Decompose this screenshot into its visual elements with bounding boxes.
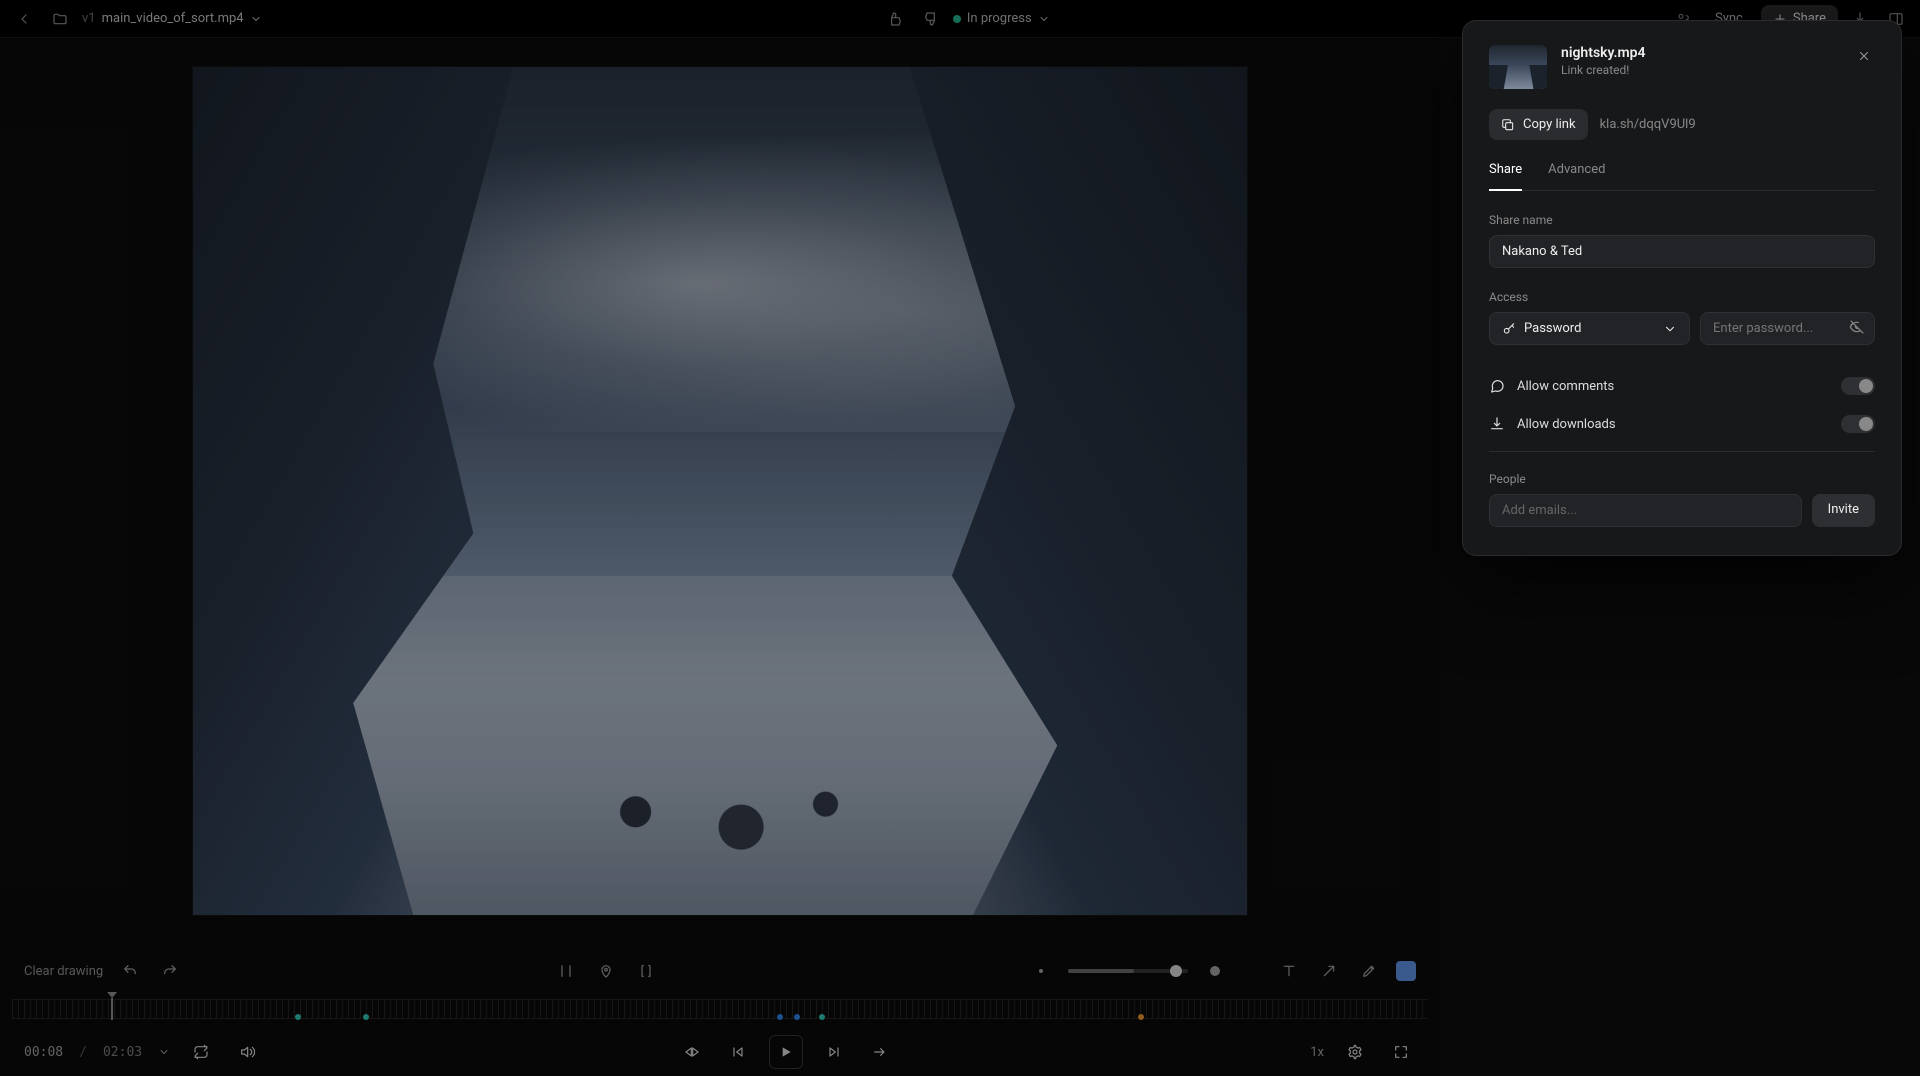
video-stage [0,38,1440,952]
access-mode-select[interactable]: Password [1489,312,1690,345]
share-thumbnail [1489,45,1547,89]
share-name-input[interactable] [1489,235,1875,268]
chevron-down-icon [1038,13,1050,25]
video-frame[interactable] [192,66,1248,916]
download-icon [1489,416,1505,432]
pen-tool[interactable] [1356,958,1382,984]
access-mode-value: Password [1524,321,1581,336]
text-tool[interactable] [1276,958,1302,984]
copy-icon [1501,118,1515,132]
allow-comments-toggle[interactable] [1841,377,1875,395]
timeline-marker[interactable] [777,1014,783,1020]
redo-button[interactable] [157,958,183,984]
transport-bar: 00:08 / 02:03 1x [0,1028,1440,1076]
brush-large-icon [1202,958,1228,984]
clear-drawing-button[interactable]: Clear drawing [24,964,103,979]
back-button[interactable] [10,5,38,33]
invite-button[interactable]: Invite [1812,494,1875,527]
allow-downloads-toggle[interactable] [1841,415,1875,433]
tab-advanced[interactable]: Advanced [1548,162,1605,190]
status-dot-icon [953,15,961,23]
timeline-marker[interactable] [794,1014,800,1020]
next-frame-button[interactable] [819,1037,849,1067]
allow-downloads-label: Allow downloads [1517,417,1616,432]
skip-back-button[interactable] [677,1037,707,1067]
breadcrumb[interactable]: v1 main_video_of_sort.mp4 [82,11,262,26]
shape-tool[interactable] [553,958,579,984]
status-label: In progress [967,11,1032,26]
bracket-tool[interactable] [633,958,659,984]
share-panel: nightsky.mp4 Link created! Copy link kla… [1462,20,1902,556]
share-subtitle: Link created! [1561,63,1646,77]
timeline-marker[interactable] [819,1014,825,1020]
timeline[interactable] [12,999,1428,1019]
time-sep: / [79,1045,87,1060]
folder-icon[interactable] [46,5,74,33]
timeline-marker[interactable] [363,1014,369,1020]
time-total: 02:03 [103,1045,142,1060]
thumbs-down-icon[interactable] [917,5,945,33]
pin-tool[interactable] [593,958,619,984]
allow-comments-label: Allow comments [1517,379,1614,394]
skip-fwd-button[interactable] [865,1037,895,1067]
chevron-down-icon [250,13,262,25]
share-link: kla.sh/dqqV9Ul9 [1600,117,1696,132]
tab-share[interactable]: Share [1489,162,1522,191]
share-name-label: Share name [1489,213,1875,227]
timeline-marker[interactable] [295,1014,301,1020]
volume-button[interactable] [232,1037,262,1067]
timeline-cursor[interactable] [111,998,113,1020]
playback-speed[interactable]: 1x [1310,1045,1324,1060]
copy-link-button[interactable]: Copy link [1489,109,1588,140]
filename: main_video_of_sort.mp4 [102,11,244,26]
access-label: Access [1489,290,1875,304]
chevron-down-icon [1663,322,1677,336]
thumbs-up-icon[interactable] [881,5,909,33]
arrow-tool[interactable] [1316,958,1342,984]
fullscreen-button[interactable] [1386,1037,1416,1067]
undo-button[interactable] [117,958,143,984]
play-button[interactable] [769,1035,803,1069]
share-title: nightsky.mp4 [1561,45,1646,61]
share-tabs: Share Advanced [1489,162,1875,191]
version-badge: v1 [82,11,96,26]
timeline-marker[interactable] [1138,1014,1144,1020]
drawing-toolbar: Clear drawing [0,952,1440,990]
color-swatch[interactable] [1396,961,1416,981]
brush-small-icon [1028,958,1054,984]
copy-link-label: Copy link [1523,117,1576,132]
loop-button[interactable] [186,1037,216,1067]
people-label: People [1489,472,1875,486]
brush-size-slider[interactable] [1068,969,1188,973]
status-pill[interactable]: In progress [953,11,1050,26]
key-icon [1502,322,1516,336]
prev-frame-button[interactable] [723,1037,753,1067]
timeline-container [0,990,1440,1028]
eye-off-icon[interactable] [1849,319,1865,339]
time-current: 00:08 [24,1045,63,1060]
chevron-down-icon[interactable] [158,1046,170,1058]
comment-icon [1489,378,1505,394]
people-emails-input[interactable] [1489,494,1802,527]
settings-button[interactable] [1340,1037,1370,1067]
close-button[interactable] [1853,45,1875,67]
